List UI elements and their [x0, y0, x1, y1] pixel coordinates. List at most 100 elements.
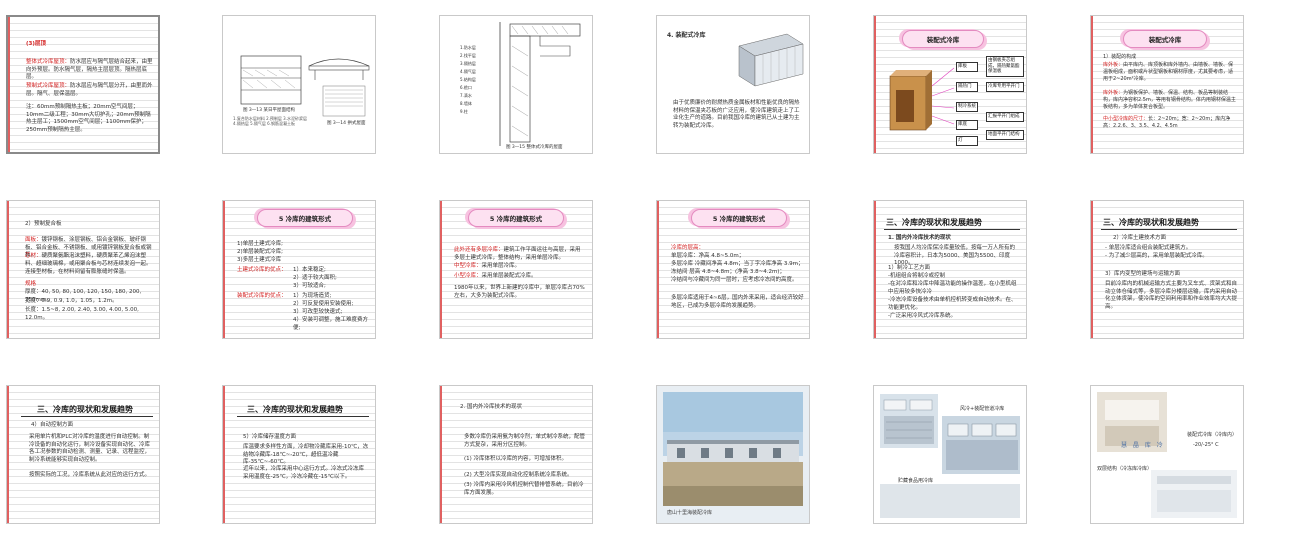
slide-body-text: 由于优质廉价的耐燃热质金属板材和性能优良的隔热材料的保温夹芯板的广泛应用，使冷库…: [673, 100, 800, 129]
list-item: 1）为现场造货;: [293, 293, 332, 299]
slide-subheading: 规格: [25, 281, 37, 287]
slide-thumbnail-6[interactable]: 装配式冷库 1）装配的构成 库外板：由平库内、库顶板和库外墙内、由墙板、墙板、保…: [1090, 15, 1244, 154]
slide-thumbnail-1[interactable]: (3)层顶 整体式冷库屋顶：防水层应与隔气层结合起来，由里向外预层。防水隔气层，…: [6, 15, 160, 154]
roof-section-drawing: [240, 55, 370, 117]
slide-heading: 1）装配的构成: [1103, 54, 1137, 60]
slide-subheading: 3）库内变型的建场与运输方面: [1105, 271, 1181, 277]
photo-caption: 风冷+装配管道冷库: [960, 406, 1005, 412]
slide-thumbnail-5[interactable]: 装配式冷库 库板 隔热门 制冷系统 库底 灯 由钢板夹芯组成，隔热聚氨酯保温板 …: [873, 15, 1027, 154]
slide-subheading: 2）冷库土建技术方面: [1113, 235, 1166, 241]
title-underline: [884, 229, 1020, 230]
figure-caption: 图 3—15 整体式冷库的屋面: [506, 145, 563, 150]
watermark-text: 慧 晶 库 冷: [1121, 442, 1165, 449]
slide-paragraph: 预制式冷库屋顶：防水层应与隔气层分开，由里而外层。隔气、层保温层。: [26, 83, 153, 97]
slide-thumbnail-13[interactable]: 三、冷库的现状和发展趋势 4）自动控制方面 采用单片机和PLC对冷库的温度进行自…: [6, 385, 160, 524]
component-box: 库底: [956, 120, 978, 130]
photo-caption: 唐山十里海装配冷库: [667, 510, 713, 516]
list-item: 3）可较适合;: [293, 283, 326, 289]
slide-line: 冻结间 层高 4.8~4.8m；(净高 3.8~4.2m)；: [671, 269, 785, 275]
slide-line: 多层冷库 冷藏间净高 4.8m；当丁字冷库净高 3.9m；: [671, 261, 804, 267]
slide-thumbnail-12[interactable]: 三、冷库的现状和发展趋势 2）冷库土建技术方面 - 单层冷库适合组合装配式建筑方…: [1090, 200, 1244, 339]
slide-thumbnail-10[interactable]: 5 冷库的建筑形式 冷库的层高： 单层冷库：净高 4.8~5.0m； 多层冷库 …: [656, 200, 810, 339]
component-box: 灯: [956, 136, 978, 146]
figure-legend: 1.复合防水层材料 2.预制层 3.水泥砂浆层 4.隔热层 5.隔气层 6.钢筋…: [233, 116, 307, 126]
list-item: 3）可改型较快速式;: [293, 309, 343, 315]
coldstore-building-photo: [657, 386, 809, 523]
slide-paragraph: 连接型材板，在材料间留有膨胀缝时保温。: [25, 269, 130, 275]
slide-paragraph: 多数冷库仍采用氨为制冷剂，单式制冷系统，配管方式复杂，采用分区控制。: [464, 434, 586, 448]
title-underline: [237, 416, 369, 417]
component-box: 制冷系统: [956, 102, 978, 112]
slide-paragraph: 库外板：为钢板保护、墙板、保温、结构、板品等制装结构，库内净容积2.5m，等用有…: [1103, 90, 1236, 110]
slide-paragraph: 按照实际的工况，冷库系统从此对应的运行方式。: [29, 472, 151, 478]
slide-thumbnail-17[interactable]: 风冷+装配管道冷库 贮藏食品用冷库: [873, 385, 1027, 524]
component-note: 由钢板夹芯组成，隔热聚氨酯保温板: [986, 56, 1024, 77]
slide-paragraph: 此外还有多层冷库：建筑工作平面运往与高层，采用多层土建式冷库，整体结构，采用单层…: [454, 247, 581, 261]
slide-paragraph: 采用单片机和PLC对冷库的温度进行自动控制。制冷设备的自动化运行，制冷设备实现自…: [29, 434, 151, 463]
list-item: 4）安装可调整，施工难度费方便;: [293, 317, 369, 331]
component-box: 库板: [956, 62, 978, 72]
bullet-item: -广泛采用冷风式冷库系统。: [888, 313, 956, 319]
slide-paragraph: - 单层冷库适合组合装配式建筑方。 - 为了减少层高的，采用单层装配式冷库。: [1105, 245, 1208, 259]
list-item: 2)单层装配式冷库;: [237, 249, 283, 255]
slide-line: 宽度：0.9, 0.9, 1.0，1.05，1.2m。: [25, 298, 118, 304]
bullet-item: -冷冻冷库设备技术由单机控机转变成自动技术。在、功能更优化。: [888, 297, 1017, 311]
photo-caption: 贮藏食品用冷库: [898, 478, 934, 484]
slide-thumbnail-15[interactable]: 2. 国内外冷库技术的现状 多数冷库仍采用氨为制冷剂，单式制冷系统，配管方式复杂…: [439, 385, 593, 524]
slide-thumbnail-18[interactable]: 慧 晶 库 冷 装配式冷库（冷库内） -20/-25° C 双层结构（冷冻库冷库…: [1090, 385, 1244, 524]
slide-thumbnail-16[interactable]: 唐山十里海装配冷库: [656, 385, 810, 524]
slide-thumbnail-7[interactable]: 2）预制复合板 面板：镀锌钢板、涂层钢板、铝合金钢板、玻纤钢板、铝合金板、不锈钢…: [6, 200, 160, 339]
prefab-coldroom-drawing: [738, 33, 804, 87]
slide-title: 三、冷库的现状和发展趋势: [886, 218, 982, 227]
slide-thumbnail-8[interactable]: 5 冷库的建筑形式 1)单层土建式冷库; 2)单层装配式冷库; 3)多层土建式冷…: [222, 200, 376, 339]
slide-subheading: 1. 国内外冷库技术的现状: [888, 235, 951, 241]
temperature-label: -20/-25° C: [1193, 442, 1219, 448]
title-cloud: 装配式冷库: [1123, 30, 1207, 48]
slide-sorter-grid: (3)层顶 整体式冷库屋顶：防水层应与隔气层结合起来，由里向外预层。防水隔气层，…: [0, 0, 1290, 545]
component-box: 隔热门: [956, 82, 978, 92]
slide-thumbnail-3[interactable]: 1.防水层 2.找平层 3.隔热层 4.隔气层 5.结构层 6.檐口 7.滴水 …: [439, 15, 593, 154]
photo-caption: 装配式冷库（冷库内）: [1187, 432, 1238, 438]
slide-subheading: 装配式冷库的优点：: [237, 293, 287, 299]
slide-line: 冷结间与冷藏间为同一层时，应考虑冷冻间的高度。: [671, 277, 798, 283]
slide-title: 三、冷库的现状和发展趋势: [247, 405, 343, 414]
slide-subheading: 冷库的层高：: [671, 245, 705, 251]
figure-caption: 图 3—13 某日平屋面结构: [243, 108, 295, 113]
slide-thumbnail-4[interactable]: 4. 装配式冷库 由于优质廉价的耐燃热质金属板材和性能优良的隔热材料的保温夹芯板…: [656, 15, 810, 154]
title-underline: [1101, 229, 1237, 230]
list-item: 1）本来稳定;: [293, 267, 326, 273]
slide-note: 注：60mm预制隔热主板；20mm空气间层；10mm二级工程；30mm大切护孔；…: [26, 104, 151, 133]
figure-caption: 图 3—14 拱式屋面: [327, 121, 366, 126]
coldroom-interior-photos: [1097, 392, 1237, 518]
list-item: 2）可反复使用安装使用;: [293, 301, 354, 307]
slide-heading: 2. 国内外冷库技术的现状: [460, 404, 522, 410]
component-note: 冷库专用平开门: [986, 82, 1024, 92]
slide-paragraph: 目前冷库内的机械运输方式主要为叉车式、货架式和自动立体仓储式等，多层冷库分楼层运…: [1105, 281, 1238, 310]
slide-paragraph: 小型冷库：采用单层装配式冷库。: [454, 273, 537, 279]
slide-paragraph: 近年以来，冷库采用中心运行方式。冷冻式冷冻库采用温度在-25℃，冷冻冷藏在-15…: [243, 466, 365, 480]
photo-caption: 双层结构（冷冻库冷库）: [1097, 466, 1153, 472]
slide-paragraph: 库温要求多样性方面，冷却物冷藏库采用-10℃，冻结物冷藏库-18℃~-20℃，超…: [243, 444, 369, 465]
title-cloud: 5 冷库的建筑形式: [468, 209, 564, 227]
slide-thumbnail-14[interactable]: 三、冷库的现状和发展趋势 5）冷库储存温度方面 库温要求多样性方面，冷却物冷藏库…: [222, 385, 376, 524]
slide-subheading: 4）自动控制方面: [31, 422, 73, 428]
slide-paragraph: 中小型冷库的尺寸：长：2~20m；宽：2~20m；库内净高：2.2.6、3、3.…: [1103, 116, 1231, 129]
list-item: (1) 冷库体积以冷库的内容，可增加体积。: [464, 456, 568, 462]
slide-thumbnail-11[interactable]: 三、冷库的现状和发展趋势 1. 国内外冷库技术的现状 按我国人均冷库保冷库量较低…: [873, 200, 1027, 339]
slide-thumbnail-9[interactable]: 5 冷库的建筑形式 此外还有多层冷库：建筑工作平面运往与高层，采用多层土建式冷库…: [439, 200, 593, 339]
slide-paragraph: 多层冷库适用于4~6层，国内外来采用，适合经济较好地区，已成为多层冷库的发展趋势…: [671, 295, 804, 309]
slide-heading: (3)层顶: [26, 41, 46, 47]
slide-thumbnail-2[interactable]: 图 3—13 某日平屋面结构 1.复合防水层材料 2.预制层 3.水泥砂浆层 4…: [222, 15, 376, 154]
slide-subheading: 1）制冷工艺方面: [888, 265, 930, 271]
component-note: 汇报平开门组成: [986, 112, 1024, 122]
component-note: 地面平开门结构: [986, 130, 1024, 140]
slide-paragraph: 芯材：硬质聚氨酯泡沫塑料，硬质聚苯乙烯泡沫塑料、超细玻璃棉，或用聚合板与芯材连续…: [25, 253, 152, 267]
slide-paragraph: 中型冷库：采用单层冷库。: [454, 263, 521, 269]
slide-paragraph: 1980年以来，世界上新建的冷库中，单层冷库占70%左右，大多为装配式冷库。: [454, 285, 585, 299]
title-cloud: 5 冷库的建筑形式: [691, 209, 787, 227]
list-item: (2) 大型冷库实现自动化控制系统冷库系统。: [464, 472, 573, 478]
slide-paragraph: 库外板：由平库内、库顶板和库外墙内、由墙板、墙板、保温板组成，面积或片状型钢板和…: [1103, 62, 1234, 82]
slide-paragraph: 整体式冷库屋顶：防水层应与隔气层结合起来，由里向外预层。防水隔气层，隔热主层层顶…: [26, 59, 153, 80]
slide-line: 长度：1.5~8, 2.00, 2.40, 3.00, 4.00, 5.00, …: [25, 307, 139, 321]
bullet-item: -机组组合将制冷或控制: [888, 273, 945, 279]
